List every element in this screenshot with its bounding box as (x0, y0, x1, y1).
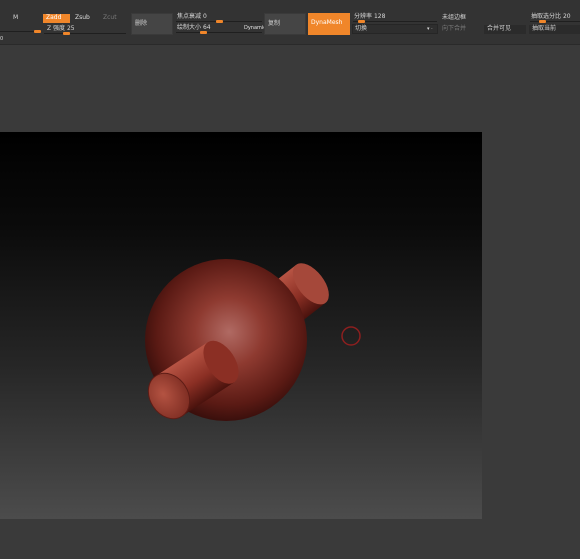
dynamesh-button[interactable]: DynaMesh (308, 13, 350, 35)
left-slider-knob[interactable] (34, 30, 41, 33)
dynamic-toggle[interactable]: Dynamic (244, 24, 266, 32)
delete-button[interactable]: 删除 (131, 13, 173, 35)
extract-current-button[interactable]: 抽取当前 (529, 25, 580, 34)
zsub-button[interactable]: Zsub (72, 14, 98, 23)
m-mode-button[interactable]: M (13, 14, 18, 22)
model-render[interactable] (0, 132, 482, 519)
subdiv-track[interactable] (530, 21, 580, 22)
resolution-track[interactable] (353, 21, 437, 22)
subdiv-label: 抽取选分比 (531, 13, 562, 20)
preset-arrow-icon: ▾ · (427, 26, 433, 32)
subdiv-slider[interactable]: 抽取选分比 20 (531, 13, 571, 21)
draw-size-label: 绘制大小 (177, 24, 202, 31)
left-edge-indicator: 0 (0, 36, 4, 42)
draw-size-knob[interactable] (200, 31, 207, 34)
zcut-button[interactable]: Zcut (100, 14, 126, 23)
subdiv-knob[interactable] (539, 20, 546, 23)
top-toolbar: M Zadd Zsub Zcut Z 强度 25 删除 焦点衰减 0 绘制大小 … (0, 0, 580, 45)
brush-cursor-icon (341, 326, 361, 346)
focal-shift-label: 焦点衰减 (177, 13, 202, 20)
z-intensity-track[interactable] (44, 33, 126, 34)
focal-shift-slider[interactable]: 焦点衰减 0 (177, 13, 207, 21)
resolution-value: 128 (373, 13, 386, 20)
draw-size-value: 64 (202, 24, 211, 31)
canvas-viewport[interactable] (0, 132, 482, 519)
resolution-label: 分辨率 (354, 13, 373, 20)
merge-visible-button[interactable]: 合并可见 (484, 25, 526, 34)
groups-split-button[interactable]: 未组边框 (442, 14, 466, 22)
focal-shift-value: 0 (202, 13, 207, 20)
focal-shift-knob[interactable] (216, 20, 223, 23)
resolution-knob[interactable] (358, 20, 365, 23)
draw-size-track[interactable] (176, 32, 262, 33)
z-intensity-value: 25 (66, 25, 75, 32)
z-intensity-label: Z 强度 (47, 25, 66, 32)
z-intensity-knob[interactable] (63, 32, 70, 35)
preset-label: 切换 (355, 25, 368, 32)
merge-down-button[interactable]: 向下合并 (442, 25, 466, 33)
preset-dropdown[interactable]: 切换 ▾ · (352, 24, 438, 34)
subdiv-value: 20 (562, 13, 571, 20)
zadd-button[interactable]: Zadd (43, 14, 70, 23)
z-intensity-slider[interactable]: Z 强度 25 (47, 25, 75, 33)
copy-button[interactable]: 复制 (264, 13, 306, 35)
